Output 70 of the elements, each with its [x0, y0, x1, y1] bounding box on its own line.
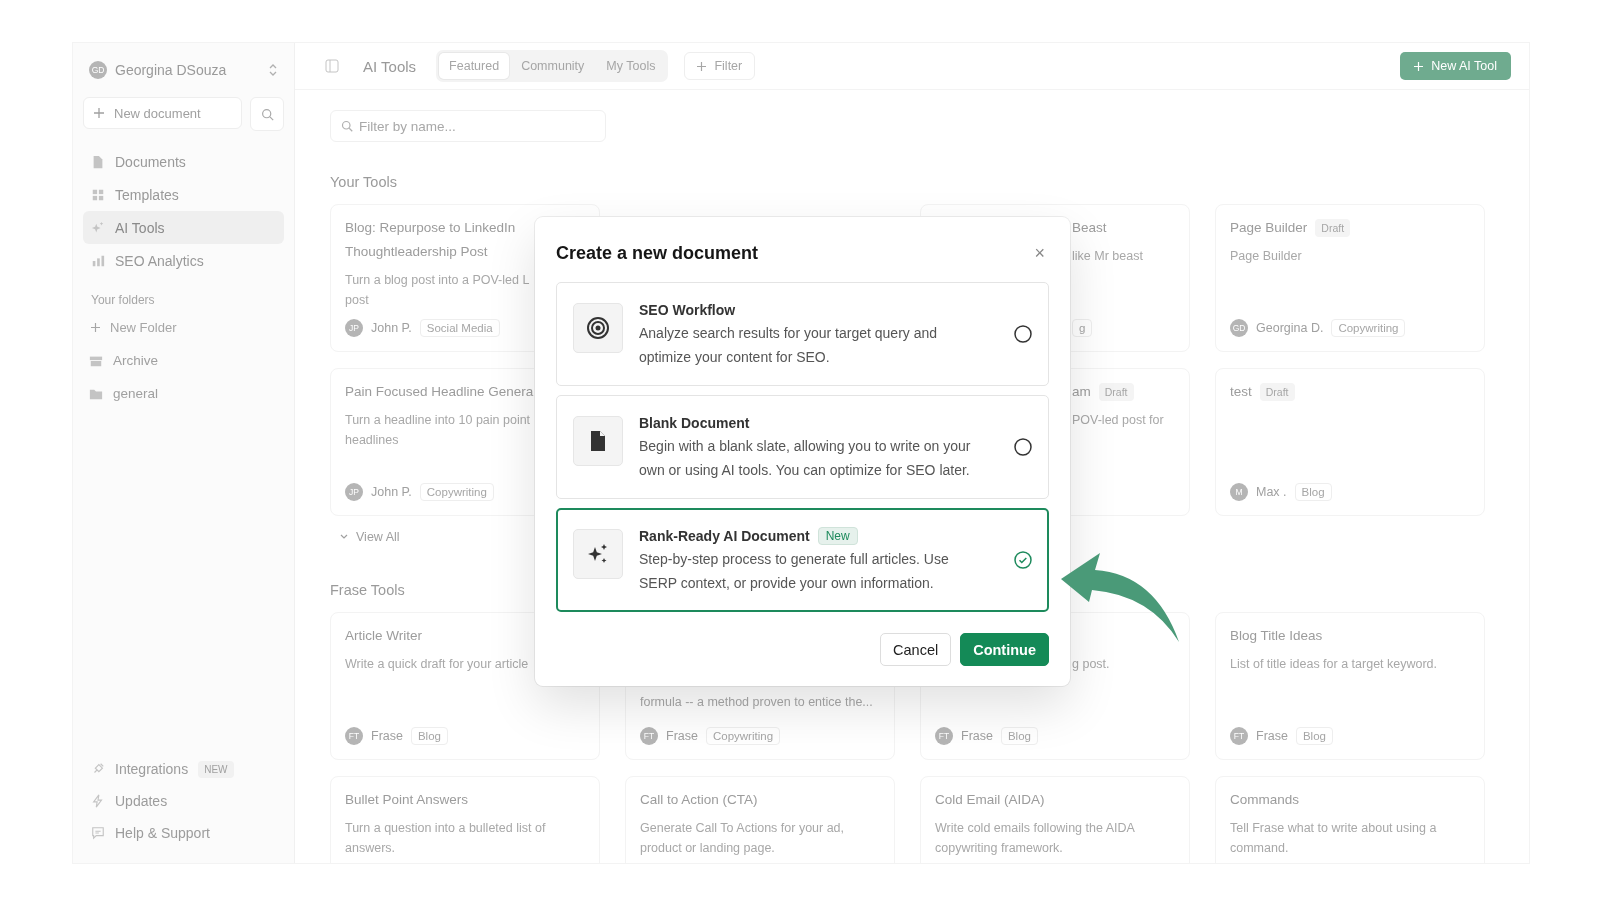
card-description: Turn a blog post into a POV-led L post [345, 272, 530, 309]
draft-badge: Draft [1098, 383, 1134, 401]
new-badge: New [817, 527, 858, 545]
author-name: Georgina D. [1256, 321, 1324, 335]
card-title: Call to Action (CTA) [640, 791, 758, 809]
card-description: Tell Frase what to write about using a command. [1230, 820, 1438, 857]
card-description: Write a quick draft for your article [345, 656, 529, 673]
category-tag: Copywriting [419, 483, 494, 501]
avatar: JP [345, 319, 363, 337]
avatar: FT [640, 727, 658, 745]
card-title: Beast [1072, 219, 1107, 237]
author-name: Max . [1256, 485, 1287, 499]
card-description: POV-led post for [1072, 412, 1164, 429]
author-name: Frase [961, 729, 993, 743]
avatar: GD [1230, 319, 1248, 337]
author-name: Frase [666, 729, 698, 743]
card-description: formula -- a method proven to entice the... [640, 694, 873, 711]
section-heading: Your folders [91, 293, 156, 307]
avatar: FT [1230, 727, 1248, 745]
card-title: Cold Email (AIDA) [935, 791, 1045, 809]
category-tag: Copywriting [705, 727, 781, 745]
author-name: Frase [371, 729, 403, 743]
option-title: SEO Workflow [639, 301, 736, 320]
nav-label: Templates [115, 186, 179, 203]
card-title: Page Builder [1230, 219, 1308, 237]
category-tag: Blog [1295, 727, 1333, 745]
nav-label: AI Tools [115, 219, 165, 236]
card-description: Turn a headline into 10 pain point headlines [345, 412, 531, 449]
option-description: Analyze search results for your target query and optimize your content for SEO. [639, 324, 939, 367]
card-title: Blog Title Ideas [1230, 627, 1323, 645]
category-tag: Blog [1294, 483, 1332, 501]
card-title: Bullet Point Answers [345, 791, 469, 809]
card-description: g post. [1072, 656, 1110, 673]
card-title: Article Writer [345, 627, 422, 645]
nav-label: SEO Analytics [115, 252, 204, 269]
section-heading: Frase Tools [330, 582, 405, 598]
author-name: Frase [1256, 729, 1288, 743]
option-title: Blank Document [639, 414, 750, 433]
draft-badge: Draft [1259, 383, 1295, 401]
card-description: List of title ideas for a target keyword. [1230, 656, 1438, 673]
nav-label: Documents [115, 153, 186, 170]
card-description: Page Builder [1230, 248, 1302, 265]
card-description: like Mr beast [1072, 248, 1143, 265]
option-title: Rank-Ready AI Document [639, 527, 810, 546]
section-heading: Your Tools [330, 174, 397, 190]
author-name: John P. [371, 321, 412, 335]
card-title: test [1230, 383, 1252, 401]
new-badge: NEW [198, 760, 234, 778]
category-tag: Social Media [419, 319, 500, 337]
user-avatar: GD [89, 61, 107, 79]
category-tag: g [1072, 319, 1093, 337]
category-tag: Blog [410, 727, 448, 745]
card-description: Generate Call To Actions for your ad, product or landing page. [640, 820, 846, 857]
draft-badge: Draft [1315, 219, 1351, 237]
avatar: FT [345, 727, 363, 745]
card-description: Write cold emails following the AIDA copywriting framework. [935, 820, 1136, 857]
avatar: M [1230, 483, 1248, 501]
avatar: FT [935, 727, 953, 745]
category-tag: Blog [1000, 727, 1038, 745]
page-title: AI Tools [363, 57, 417, 75]
card-title: am [1072, 383, 1091, 401]
card-title: Commands [1230, 791, 1300, 809]
category-tag: Copywriting [1331, 319, 1406, 337]
author-name: John P. [371, 485, 412, 499]
card-title: Blog: Repurpose to LinkedIn Thoughtleadership Post [345, 219, 516, 261]
avatar: JP [345, 483, 363, 501]
option-description: Step-by-step process to generate full articles. Use SERP context, or provide your own information. [639, 550, 950, 593]
card-description: Turn a question into a bulleted list of answers. [345, 820, 547, 857]
option-description: Begin with a blank slate, allowing you to write on your own or using AI tools. You can optimize for SEO later. [639, 437, 972, 480]
card-title: Pain Focused Headline Genera [345, 383, 534, 401]
